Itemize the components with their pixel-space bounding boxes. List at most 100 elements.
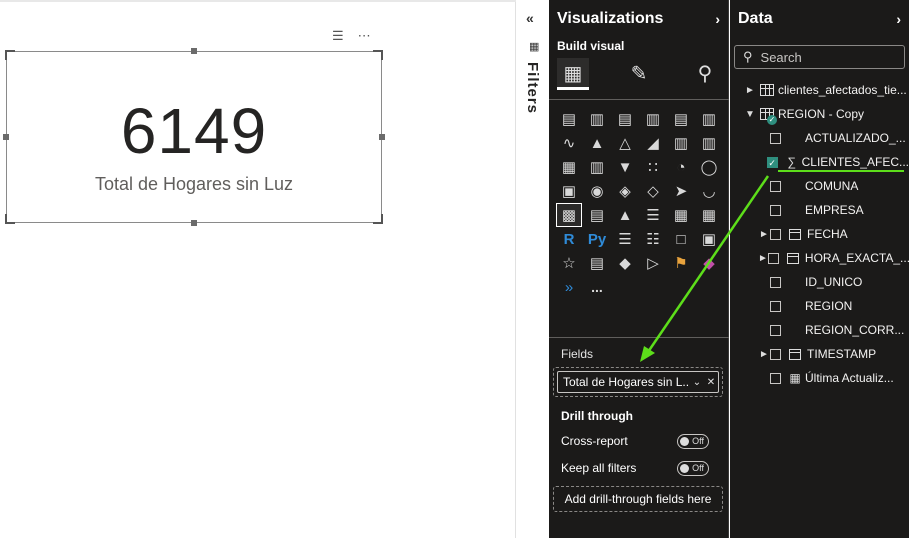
treemap-icon[interactable]: ▣	[557, 180, 581, 202]
decomposition-tree-icon[interactable]: ☷	[641, 228, 665, 250]
stacked-bar-chart-icon[interactable]: ▤	[557, 108, 581, 130]
analytics-tab-icon[interactable]: ⚲	[689, 58, 721, 90]
chevron-right-icon[interactable]: ►	[758, 253, 768, 264]
key-influencers-icon[interactable]: ☰	[613, 228, 637, 250]
filters-label[interactable]: Filters	[524, 62, 541, 114]
field-row[interactable]: REGION_CORR...	[730, 319, 909, 341]
resize-handle-bottom[interactable]	[191, 220, 197, 226]
card-visual-icon[interactable]: ▩	[556, 203, 582, 227]
paginated-report-icon[interactable]: ▤	[585, 252, 609, 274]
smart-narrative-icon[interactable]: ▣	[697, 228, 721, 250]
custom-visual-icon[interactable]: ⚑	[669, 252, 693, 274]
stacked-column-chart-icon[interactable]: ▥	[585, 108, 609, 130]
field-checkbox[interactable]	[770, 180, 781, 192]
pie-chart-icon[interactable]: ◔	[669, 156, 693, 178]
field-row[interactable]: COMUNA	[730, 175, 909, 197]
keep-filters-toggle[interactable]: Off	[677, 460, 709, 476]
chevron-right-icon[interactable]: ›	[715, 11, 720, 27]
add-drill-through-well[interactable]: Add drill-through fields here	[553, 486, 723, 512]
field-row[interactable]: ▦ Última Actualiz...	[730, 367, 909, 389]
field-checkbox[interactable]	[770, 276, 781, 288]
more-options-icon[interactable]: ⋯	[358, 28, 371, 44]
field-row[interactable]: ► FECHA	[730, 223, 909, 245]
field-checkbox[interactable]	[770, 372, 781, 384]
field-checkbox[interactable]	[767, 252, 779, 264]
power-apps-diamond-icon[interactable]: ◆	[697, 252, 721, 274]
line-chart-icon[interactable]: ∿	[557, 132, 581, 154]
clustered-bar-chart-icon[interactable]: ▤	[613, 108, 637, 130]
qa-visual-icon[interactable]: □	[669, 228, 693, 250]
shape-map-icon[interactable]: ◇	[641, 180, 665, 202]
chevron-right-icon[interactable]: ›	[896, 11, 901, 27]
100-stacked-column-chart-icon[interactable]: ▥	[697, 108, 721, 130]
slicer-icon[interactable]: ☰	[641, 204, 665, 226]
field-checkbox[interactable]	[770, 204, 781, 216]
r-visual-icon[interactable]: R	[557, 228, 581, 250]
field-checkbox[interactable]	[770, 300, 781, 312]
map-icon[interactable]: ◉	[585, 180, 609, 202]
table-row[interactable]: ► clientes_afectados_tie...	[730, 79, 909, 101]
power-automate-icon[interactable]: ▷	[641, 252, 665, 274]
field-checkbox[interactable]	[770, 324, 781, 336]
resize-corner-bl[interactable]	[5, 214, 15, 224]
chevron-right-icon[interactable]: ►	[744, 85, 756, 96]
more-visuals-icon[interactable]: ...	[585, 276, 609, 298]
data-title: Data	[738, 10, 773, 27]
field-row[interactable]: REGION	[730, 295, 909, 317]
field-row[interactable]: ► HORA_EXACTA_...	[730, 247, 909, 269]
area-chart-icon[interactable]: ▲	[585, 132, 609, 154]
ribbon-chart-icon[interactable]: ▦	[557, 156, 581, 178]
resize-corner-br[interactable]	[373, 214, 383, 224]
field-row[interactable]: EMPRESA	[730, 199, 909, 221]
table-icon[interactable]: ▦	[669, 204, 693, 226]
fields-well[interactable]: Total de Hogares sin L... ⌄ ✕	[553, 367, 723, 397]
funnel-chart-icon[interactable]: ▼	[613, 156, 637, 178]
azure-map-icon[interactable]: ➤	[669, 180, 693, 202]
field-checkbox[interactable]	[770, 228, 781, 240]
field-row[interactable]: ACTUALIZADO_...	[730, 127, 909, 149]
field-checkbox[interactable]: ✓	[766, 156, 778, 168]
resize-corner-tr[interactable]	[373, 50, 383, 60]
build-visual-tab-icon[interactable]: ▦	[557, 58, 589, 90]
filter-icon[interactable]: ☰	[332, 28, 344, 44]
field-pill[interactable]: Total de Hogares sin L... ⌄ ✕	[557, 371, 719, 393]
stacked-area-chart-icon[interactable]: △	[613, 132, 637, 154]
chevron-right-icon[interactable]: ►	[758, 349, 770, 360]
gauge-icon[interactable]: ◡	[697, 180, 721, 202]
clustered-column-chart-icon[interactable]: ▥	[641, 108, 665, 130]
field-checkbox[interactable]	[770, 348, 781, 360]
collapse-chevron-icon[interactable]: «	[526, 10, 534, 26]
resize-corner-tl[interactable]	[5, 50, 15, 60]
trophy-icon[interactable]: ☆	[557, 252, 581, 274]
annotation-underline	[778, 170, 904, 172]
kpi-icon[interactable]: ▲	[613, 204, 637, 226]
power-automate-flow-icon[interactable]: »	[557, 276, 581, 298]
cross-report-toggle[interactable]: Off	[677, 433, 709, 449]
matrix-icon[interactable]: ▦	[697, 204, 721, 226]
power-apps-icon[interactable]: ◆	[613, 252, 637, 274]
filters-pane-collapsed[interactable]: « ▦ Filters	[516, 0, 549, 538]
format-visual-tab-icon[interactable]: ✎	[623, 58, 655, 90]
waterfall-chart-icon[interactable]: ▥	[585, 156, 609, 178]
chevron-right-icon[interactable]: ►	[758, 229, 770, 240]
chevron-down-icon[interactable]: ▼	[744, 109, 756, 120]
100-stacked-bar-chart-icon[interactable]: ▤	[669, 108, 693, 130]
chevron-down-icon[interactable]: ⌄	[690, 377, 704, 388]
python-visual-icon[interactable]: Py	[585, 228, 609, 250]
field-name: FECHA	[807, 227, 848, 241]
table-row[interactable]: ▼ ✓ REGION - Copy	[730, 103, 909, 125]
field-row[interactable]: ID_UNICO	[730, 271, 909, 293]
field-row[interactable]: ► TIMESTAMP	[730, 343, 909, 365]
100-stacked-area-chart-icon[interactable]: ◢	[641, 132, 665, 154]
field-checkbox[interactable]	[770, 132, 781, 144]
line-clustered-column-chart-icon[interactable]: ▥	[697, 132, 721, 154]
search-input[interactable]: ⚲ Search	[734, 45, 905, 69]
multi-row-card-icon[interactable]: ▤	[585, 204, 609, 226]
card-visual[interactable]: 6149 Total de Hogares sin Luz	[3, 48, 385, 226]
donut-chart-icon[interactable]: ◯	[697, 156, 721, 178]
close-icon[interactable]: ✕	[704, 377, 718, 388]
line-column-chart-icon[interactable]: ▥	[669, 132, 693, 154]
scatter-chart-icon[interactable]: ∷	[641, 156, 665, 178]
resize-handle-top[interactable]	[191, 48, 197, 54]
filled-map-icon[interactable]: ◈	[613, 180, 637, 202]
